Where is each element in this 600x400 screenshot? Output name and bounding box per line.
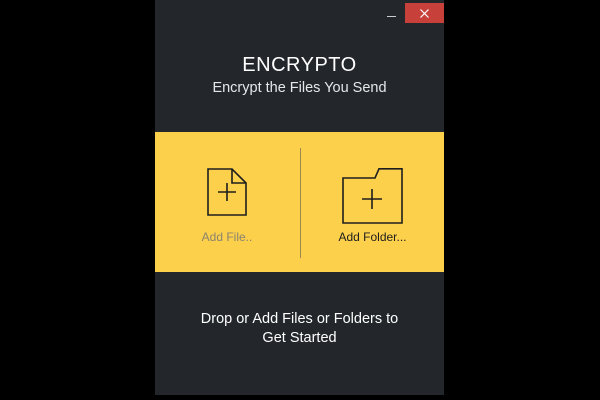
folder-plus-icon (341, 168, 403, 224)
minimize-icon (386, 15, 396, 17)
add-file-label: Add File.. (201, 230, 253, 244)
app-title: ENCRYPTO (242, 54, 357, 76)
app-subtitle: Encrypt the Files You Send (212, 80, 387, 96)
add-folder-button[interactable]: Add Folder... (301, 132, 444, 272)
app-window: ENCRYPTO Encrypt the Files You Send Add … (155, 0, 444, 395)
drop-zone-text: Drop or Add Files or Folders to Get Star… (155, 310, 444, 348)
add-file-button[interactable]: Add File.. (155, 132, 299, 272)
close-icon (420, 8, 429, 18)
title-bar (155, 0, 444, 30)
close-button[interactable] (405, 3, 444, 23)
drop-zone-line-2: Get Started (262, 330, 337, 346)
file-plus-icon (207, 168, 247, 216)
minimize-button[interactable] (380, 3, 402, 23)
add-folder-label: Add Folder... (338, 230, 407, 244)
add-panel: Add File.. Add Folder... (155, 132, 444, 272)
drop-zone-line-1: Drop or Add Files or Folders to (200, 311, 399, 327)
